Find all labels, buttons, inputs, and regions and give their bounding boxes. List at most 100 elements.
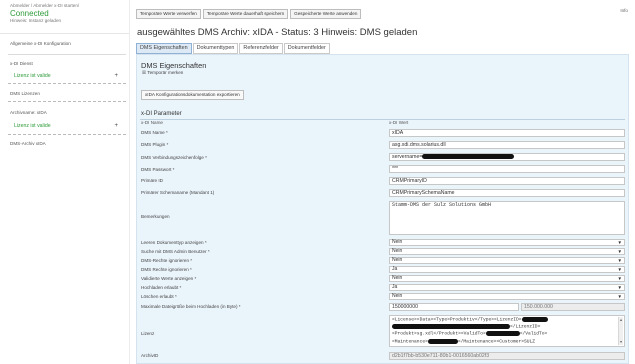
field-label: ArchivID [141,353,159,358]
tab-bar: DMS Eigenschaften Dokumenttypen Referenz… [136,43,330,54]
max-filesize-formatted: 150.000.000 [521,303,625,311]
tab-dokumenttypen[interactable]: Dokumenttypen [192,43,239,54]
field-label: DMS-Rechte ignorieren * [141,258,193,263]
scroll-up-icon[interactable]: ▲ [619,317,623,323]
redaction-mark [485,331,520,337]
select-value: Ja [392,266,398,272]
field-label: Hochladen erlaubt * [141,285,182,290]
select-upload-allowed[interactable]: Ja ▼ [389,284,625,291]
divider [8,134,126,135]
section-title: x-DI Parameter [141,111,182,117]
chevron-down-icon: ▼ [617,276,622,281]
column-header-value: x-DI Wert [389,120,409,125]
field-label: Löschen erlaubt * [141,294,177,299]
license-text: </LizenzID> [510,324,541,330]
select-value: Nein [392,293,403,299]
connection-hint-bottom: Hinweis: Instanz geladen [10,18,62,23]
license-line-1: <License><Data><Type>Produktiv</Type><Li… [392,317,616,324]
select-dms-rights-ignore[interactable]: Nein ▼ [389,257,625,264]
panel-title: DMS Eigenschaften [141,61,207,70]
connection-string-text: servername= [392,154,423,160]
connection-box: Abmelder / Abmelder x-DI starten/ Connec… [0,0,129,34]
tab-dokumentfelder[interactable]: Dokumentfelder [283,43,330,54]
field-label: Bemerkungen [141,214,170,219]
field-label: Maximale Dateigröße beim Hochladen (in B… [141,304,241,309]
tab-referenzfelder[interactable]: Referenzfelder [239,43,283,54]
sidebar-item-archiv-license[interactable]: Lizenz ist valide + [14,123,124,129]
primary-id-input[interactable]: CRMPrimaryID [389,177,625,185]
license-text: <Maintenance> [392,339,428,345]
redaction-mark [422,154,515,160]
tab-dms-eigenschaften[interactable]: DMS Eigenschaften [136,43,192,54]
field-label: Validierte Werte anzeigen * [141,276,197,281]
chevron-down-icon: ▼ [617,294,622,299]
password-input[interactable]: *** [389,165,625,173]
license-scrollbar[interactable]: ▲ ▼ [618,317,623,345]
field-label: DMS Passwort * [141,167,175,172]
license-text: <Produkt>sg.xdl</Produkt><ValidTo> [392,332,486,338]
dms-properties-panel: DMS Eigenschaften ☒ Temporär merken xIDA… [136,54,629,364]
field-label: Leeren Dokumenttyp anzeigen * [141,240,207,245]
license-text: </ValidTo> [519,332,548,338]
license-textarea[interactable]: <License><Data><Type>Produktiv</Type><Li… [389,315,625,347]
sidebar-item-dms-lizenzen[interactable]: DMS Lizenzen [10,91,124,96]
dms-plugin-input[interactable]: asg.xdi.dms.solarius.dll [389,141,625,149]
remarks-textarea[interactable]: Stamm-DMS der Sulz Solutions GmbH [389,201,625,235]
toolbar: Temporäre Werte verwerfen Temporäre Wert… [136,9,362,19]
sidebar-item-xdi-license[interactable]: Lizenz ist valide + [14,73,124,79]
chevron-down-icon: ▼ [617,285,622,290]
select-admin-search[interactable]: Nein ▼ [389,248,625,255]
dms-name-input[interactable]: xIDA [389,129,625,137]
redaction-mark [427,338,458,344]
field-label: DMS Verbindungszeichenfolge * [141,155,207,160]
select-value: Nein [392,248,403,254]
archiv-id-field: d2b1f7bb-b530e711-80b1-0016560ab02f3 [389,352,625,360]
select-delete-allowed[interactable]: Nein ▼ [389,293,625,300]
select-show-empty-doctype[interactable]: Nein ▼ [389,239,625,246]
field-label: Primäre ID [141,178,163,183]
field-label: Suche mit DMS Admin Benutzer * [141,249,210,254]
scroll-down-icon[interactable]: ▼ [619,339,623,345]
info-link[interactable]: Info [620,8,628,13]
save-temp-button[interactable]: Temporäre Werte dauerhaft speichern [202,9,289,19]
license-text: <License><Data><Type>Produktiv</Type><Li… [392,317,522,323]
license-line-3: <Produkt>sg.xdl</Produkt><ValidTo> </Vali… [392,331,616,338]
sidebar-item-archivname: Archivname: xIDA [10,110,47,115]
select-value: Nein [392,257,403,263]
divider [8,101,126,102]
license-line-2: </LizenzID> [392,324,616,331]
select-rights-ignore[interactable]: Ja ▼ [389,266,625,273]
chevron-down-icon: ▼ [617,249,622,254]
page-title: ausgewähltes DMS Archiv: xIDA - Status: … [137,27,418,38]
license-text: </Maintenance><Customer>SULZ [457,339,536,345]
sidebar-item-xdi-caption: x-DI Dienst [10,61,33,66]
chevron-down-icon: ▼ [617,240,622,245]
redaction-mark [521,317,548,322]
select-value: Ja [392,284,398,290]
discard-temp-button[interactable]: Temporäre Werte verwerfen [136,9,201,19]
sidebar: Abmelder / Abmelder x-DI starten/ Connec… [0,0,130,364]
max-filesize-input[interactable]: 150000000 [389,303,519,311]
chevron-down-icon: ▼ [617,267,622,272]
sidebar-item-allgemein[interactable]: Allgemeine x-DI Konfiguration [10,41,124,46]
select-validated-values[interactable]: Nein ▼ [389,275,625,282]
license-line-4: <Maintenance> </Maintenance><Customer>SUL… [392,338,616,346]
expand-icon[interactable]: + [114,73,118,79]
expand-icon[interactable]: + [114,123,118,129]
sidebar-item-dms-archiv[interactable]: DMS-Archiv xIDA [10,141,124,146]
field-label: Primärer Schemaname (Mandant 1) [141,190,215,195]
field-label: DMS Rechte ignorieren * [141,267,192,272]
license-status: Lizenz ist valide [14,123,51,129]
apply-saved-button[interactable]: Gespeicherte Werte anwenden [290,9,362,19]
temp-checkbox[interactable]: ☒ Temporär merken [142,70,183,76]
connection-status: Connected [10,9,49,18]
divider [140,119,625,120]
export-config-button[interactable]: xIDA Konfigurationsdokumentation exporti… [141,90,244,100]
primary-schema-input[interactable]: CRMPrimarySchemaName [389,189,625,197]
field-label: Lizenz [141,331,155,336]
divider [8,83,126,84]
select-value: Nein [392,275,403,281]
connection-string-input[interactable]: servername= [389,153,625,161]
chevron-down-icon: ▼ [617,258,622,263]
field-label: DMS Plugin * [141,142,169,147]
